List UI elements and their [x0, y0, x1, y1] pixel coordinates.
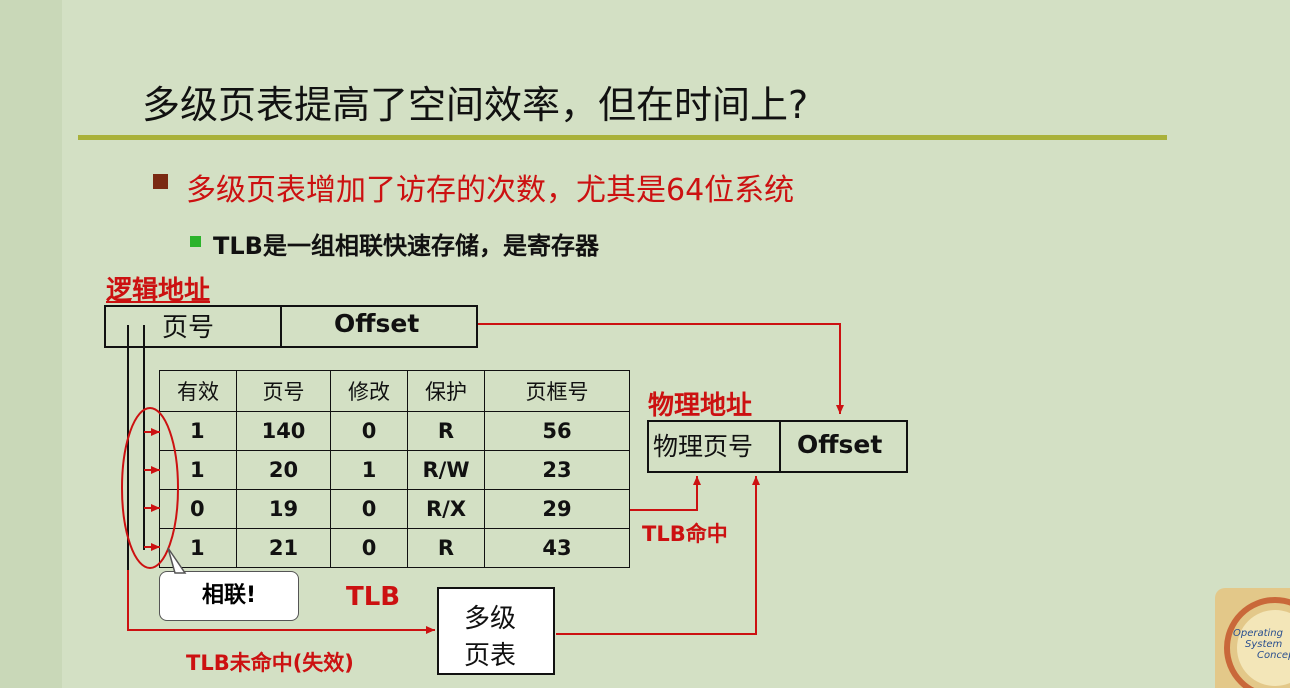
- offset-arrow: [478, 323, 844, 414]
- book-title-line2: System: [1245, 639, 1283, 650]
- book-title-line1: Operating: [1233, 628, 1283, 639]
- page-table-arrow: [556, 476, 760, 635]
- book-title-line3: Concep: [1257, 650, 1290, 661]
- tlb-miss-arrow: [127, 570, 435, 634]
- os-book-cover-icon: Operating System Concep: [1215, 588, 1290, 688]
- associative-arrows: [144, 428, 160, 551]
- callout-tail: [167, 547, 187, 574]
- diagram-connectors: [121, 323, 844, 635]
- tlb-hit-arrow: [630, 476, 701, 511]
